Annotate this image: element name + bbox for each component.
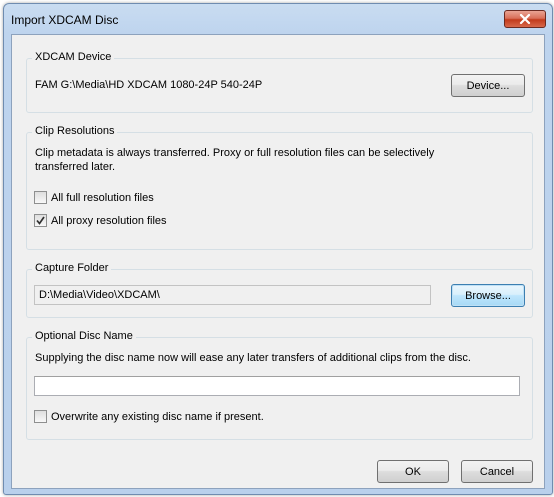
xdcam-device-group: XDCAM Device FAM G:\Media\HD XDCAM 1080-… xyxy=(26,51,533,113)
proxy-resolution-checkbox[interactable] xyxy=(34,214,47,227)
device-button[interactable]: Device... xyxy=(451,74,525,97)
window-title: Import XDCAM Disc xyxy=(11,13,119,27)
overwrite-label[interactable]: Overwrite any existing disc name if pres… xyxy=(51,411,264,423)
optional-disc-name-group-title: Optional Disc Name xyxy=(32,330,136,342)
ok-button[interactable]: OK xyxy=(377,460,449,483)
capture-folder-group: Capture Folder D:\Media\Video\XDCAM\ Bro… xyxy=(26,262,533,318)
proxy-resolution-label[interactable]: All proxy resolution files xyxy=(51,215,167,227)
optional-disc-name-group: Optional Disc Name Supplying the disc na… xyxy=(26,330,533,440)
disc-name-input[interactable] xyxy=(34,376,520,396)
xdcam-device-group-title: XDCAM Device xyxy=(32,51,115,63)
proxy-resolution-checkbox-row[interactable]: All proxy resolution files xyxy=(34,214,167,227)
overwrite-checkbox[interactable] xyxy=(34,410,47,423)
checkmark-icon xyxy=(36,216,45,225)
import-xdcam-dialog: Import XDCAM Disc XDCAM Device FAM G:\Me… xyxy=(3,3,553,495)
capture-folder-group-title: Capture Folder xyxy=(32,262,112,274)
device-path-text: FAM G:\Media\HD XDCAM 1080-24P 540-24P xyxy=(35,79,263,91)
clip-description-line1: Clip metadata is always transferred. Pro… xyxy=(35,147,435,159)
overwrite-checkbox-row[interactable]: Overwrite any existing disc name if pres… xyxy=(34,410,264,423)
full-resolution-checkbox[interactable] xyxy=(34,191,47,204)
title-bar[interactable]: Import XDCAM Disc xyxy=(4,4,552,34)
capture-folder-field[interactable]: D:\Media\Video\XDCAM\ xyxy=(34,285,431,305)
clip-description-line2: transferred later. xyxy=(35,161,116,173)
disc-name-description: Supplying the disc name now will ease an… xyxy=(35,352,471,364)
full-resolution-checkbox-row[interactable]: All full resolution files xyxy=(34,191,154,204)
clip-resolutions-group: Clip Resolutions Clip metadata is always… xyxy=(26,125,533,250)
cancel-button[interactable]: Cancel xyxy=(461,460,533,483)
full-resolution-label[interactable]: All full resolution files xyxy=(51,192,154,204)
close-x-icon xyxy=(519,14,531,24)
close-button[interactable] xyxy=(504,10,546,28)
browse-button[interactable]: Browse... xyxy=(451,284,525,307)
dialog-body: XDCAM Device FAM G:\Media\HD XDCAM 1080-… xyxy=(11,34,545,489)
clip-resolutions-group-title: Clip Resolutions xyxy=(32,125,118,137)
